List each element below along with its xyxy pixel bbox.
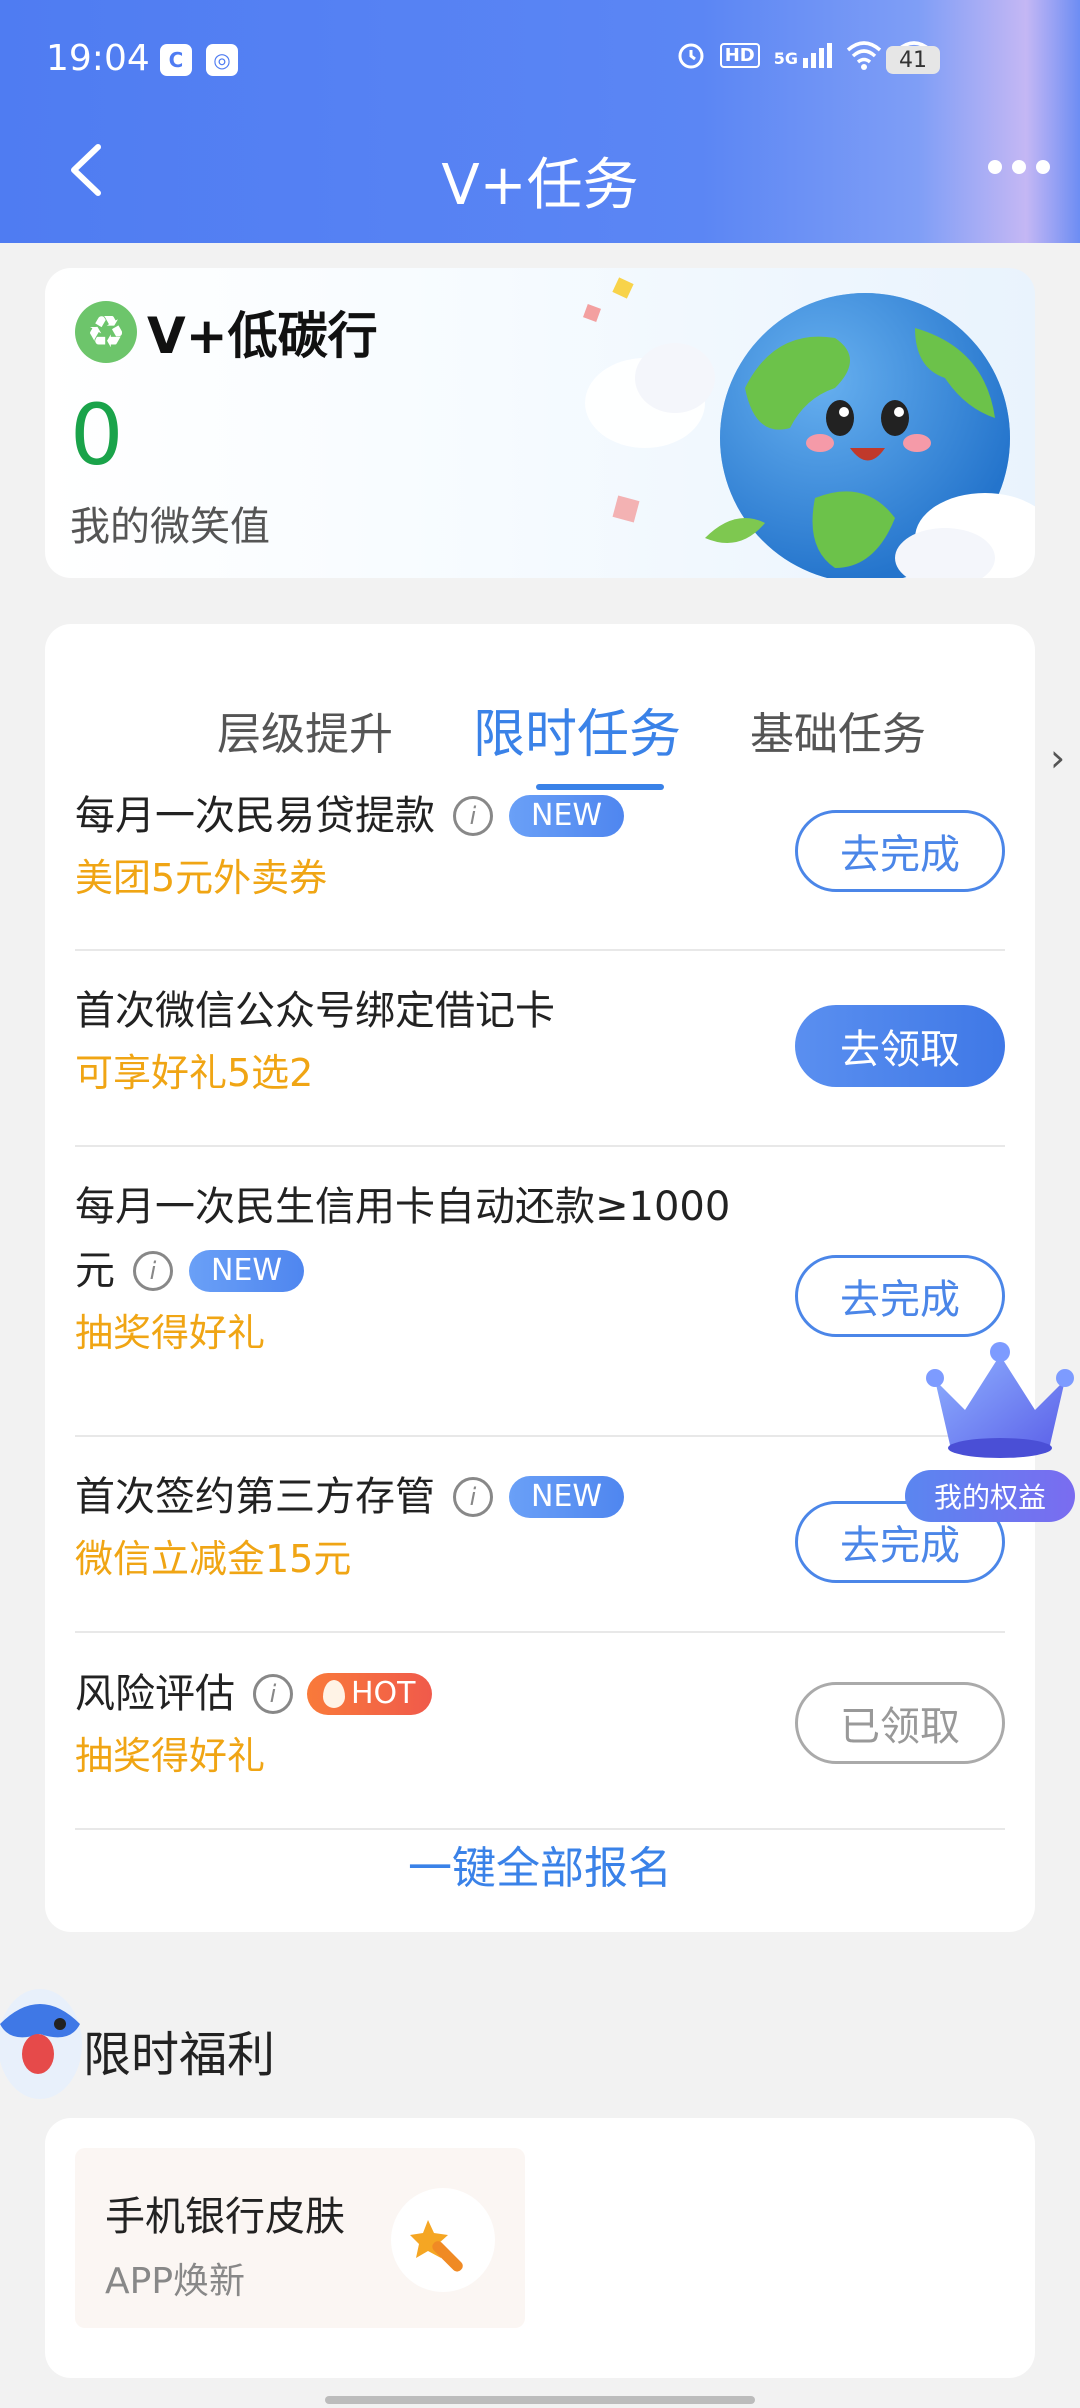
task-row: 首次微信公众号绑定借记卡 可享好礼5选2 去领取 [75, 979, 1005, 1147]
tab-limited-tasks[interactable]: 限时任务 [473, 692, 681, 767]
benefits-card: 手机银行皮肤 APP焕新 [45, 2118, 1035, 2378]
battery-indicator: 41 [886, 46, 940, 74]
my-rights-floating-button[interactable]: 我的权益 [905, 1340, 1080, 1530]
smile-value: 0 [70, 386, 124, 484]
signal-5g-icon: 5G [774, 42, 832, 68]
task-row: 每月一次民易贷提款 i NEW 美团5元外卖券 去完成 [75, 784, 1005, 951]
tab-level-up[interactable]: 层级提升 [217, 698, 393, 762]
sign-up-all-button[interactable]: 一键全部报名 [45, 1832, 1035, 1896]
task-title-continued: 元 [75, 1248, 115, 1294]
more-dot-icon [1012, 160, 1026, 174]
hot-badge-text: HOT [351, 1676, 416, 1711]
more-dot-icon [988, 160, 1002, 174]
info-icon[interactable]: i [133, 1251, 173, 1291]
task-row: 每月一次民生信用卡自动还款≥1000 元 i NEW 抽奖得好礼 去完成 [75, 1175, 1005, 1437]
status-time: 19:04 [46, 38, 150, 79]
complete-task-button[interactable]: 去完成 [795, 810, 1005, 892]
crown-icon [926, 1342, 1074, 1458]
limited-benefits-title: 限时福利 [83, 2027, 276, 2083]
magic-wand-icon [391, 2188, 495, 2292]
info-icon[interactable]: i [453, 1477, 493, 1517]
chevron-right-icon[interactable]: › [1050, 736, 1065, 780]
task-row: 首次签约第三方存管 i NEW 微信立减金15元 去完成 [75, 1465, 1005, 1633]
new-badge: NEW [509, 795, 625, 837]
complete-task-button[interactable]: 去完成 [795, 1255, 1005, 1337]
tab-basic-tasks[interactable]: 基础任务 [750, 698, 926, 762]
recycle-icon: ♻ [75, 301, 137, 363]
skin-title: 手机银行皮肤 [105, 2194, 345, 2240]
task-title: 每月一次民易贷提款 [75, 793, 435, 839]
page-title: V+任务 [441, 153, 639, 218]
low-carbon-banner[interactable]: ♻ V+低碳行 0 我的微笑值 [45, 268, 1035, 578]
tasks-card: 层级提升 限时任务 基础任务 › 每月一次民易贷提款 i NEW 美团5元外卖券… [45, 624, 1065, 1932]
alarm-icon [678, 43, 704, 69]
globe-mascot-illustration [583, 277, 1035, 578]
app-notification-icon-2: ◎ [206, 44, 238, 76]
claimed-button[interactable]: 已领取 [795, 1682, 1005, 1764]
task-title: 风险评估 [75, 1671, 235, 1717]
hot-badge: HOT [307, 1673, 432, 1715]
claim-reward-button[interactable]: 去领取 [795, 1005, 1005, 1087]
new-badge: NEW [189, 1250, 305, 1292]
task-title-row: 每月一次民生信用卡自动还款≥1000 元 i NEW [75, 1175, 795, 1303]
app-notification-icon: C [160, 44, 192, 76]
banner-title: ♻ V+低碳行 [75, 296, 378, 368]
info-icon[interactable]: i [453, 796, 493, 836]
hd-icon: HD [719, 42, 760, 68]
more-dot-icon [1036, 160, 1050, 174]
task-title: 首次签约第三方存管 [75, 1474, 435, 1520]
status-left-icons: C ◎ [160, 44, 238, 76]
home-indicator[interactable] [325, 2396, 755, 2404]
mascot-icon [0, 1989, 82, 2099]
new-badge: NEW [509, 1476, 625, 1518]
task-title: 首次微信公众号绑定借记卡 [75, 988, 555, 1034]
my-rights-label: 我的权益 [905, 1470, 1075, 1522]
more-menu-button[interactable] [988, 160, 1050, 174]
smile-label: 我的微笑值 [70, 504, 270, 550]
task-tabs: 层级提升 限时任务 基础任务 › [120, 664, 1065, 790]
flame-icon [323, 1680, 345, 1708]
info-icon[interactable]: i [253, 1674, 293, 1714]
task-row: 风险评估 i HOT 抽奖得好礼 已领取 [75, 1662, 1005, 1830]
wifi-icon [846, 41, 882, 70]
header-bar: 19:04 C ◎ HD 5G 41 V+任务 [0, 0, 1080, 243]
skin-subtitle: APP焕新 [105, 2261, 246, 2302]
mobile-banking-skin-item[interactable]: 手机银行皮肤 APP焕新 [75, 2148, 525, 2328]
banner-title-text: V+低碳行 [147, 307, 378, 365]
task-title: 每月一次民生信用卡自动还款≥1000 [75, 1184, 731, 1230]
